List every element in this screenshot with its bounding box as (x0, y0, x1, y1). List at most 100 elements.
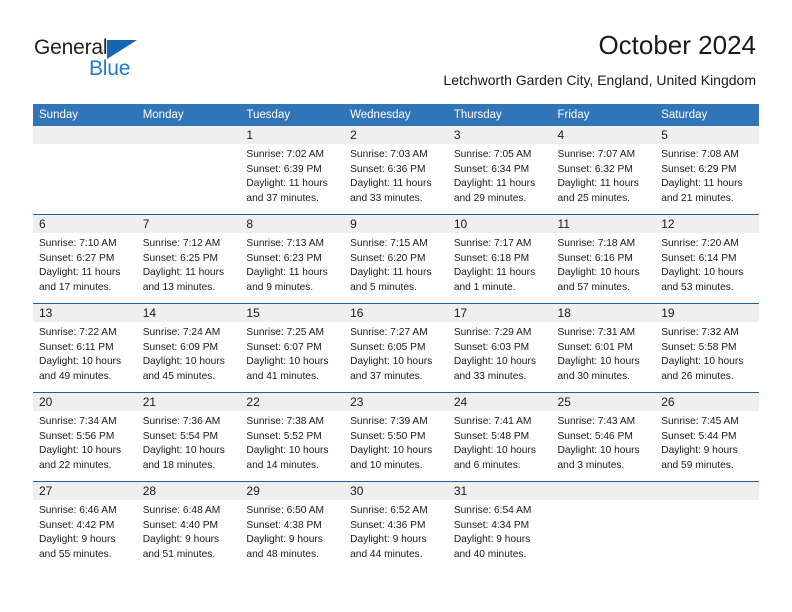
day-cell[interactable]: 29 Sunrise: 6:50 AM Sunset: 4:38 PM Dayl… (240, 482, 345, 570)
day-cell[interactable]: 6 Sunrise: 7:10 AM Sunset: 6:27 PM Dayli… (33, 215, 137, 303)
daylight-text-line2: and 13 minutes. (142, 281, 216, 293)
day-cell[interactable]: 18 Sunrise: 7:31 AM Sunset: 6:01 PM Dayl… (551, 304, 656, 392)
day-cell[interactable]: 21 Sunrise: 7:36 AM Sunset: 5:54 PM Dayl… (136, 393, 241, 481)
sunset-text: Sunset: 6:05 PM (350, 341, 426, 353)
day-cell[interactable]: 19 Sunrise: 7:32 AM Sunset: 5:58 PM Dayl… (655, 304, 759, 392)
daylight-text-line2: and 3 minutes. (557, 459, 625, 471)
day-details: Sunrise: 7:32 AM Sunset: 5:58 PM Dayligh… (655, 322, 759, 384)
sunset-text: Sunset: 5:46 PM (557, 430, 633, 442)
sunrise-text: Sunrise: 7:24 AM (142, 327, 221, 338)
sunset-text: Sunset: 6:18 PM (453, 252, 530, 264)
sunset-text: Sunset: 4:36 PM (350, 519, 426, 531)
day-details: Sunrise: 7:25 AM Sunset: 6:07 PM Dayligh… (240, 322, 344, 384)
day-details: Sunrise: 7:05 AM Sunset: 6:34 PM Dayligh… (448, 144, 552, 206)
general-blue-logo: General Blue (34, 36, 164, 82)
daylight-text-line2: and 51 minutes. (142, 548, 216, 560)
sunrise-text: Sunrise: 7:18 AM (557, 238, 636, 249)
sunset-text: Sunset: 6:14 PM (661, 252, 737, 264)
daylight-text-line1: Daylight: 9 hours (453, 534, 531, 546)
day-cell[interactable]: 10 Sunrise: 7:17 AM Sunset: 6:18 PM Dayl… (447, 215, 552, 303)
sunrise-text: Sunrise: 7:15 AM (350, 238, 428, 249)
daylight-text-line1: Daylight: 10 hours (39, 445, 122, 457)
day-cell[interactable]: 8 Sunrise: 7:13 AM Sunset: 6:23 PM Dayli… (240, 215, 345, 303)
daylight-text-line1: Daylight: 10 hours (350, 356, 433, 368)
day-cell[interactable]: 2 Sunrise: 7:03 AM Sunset: 6:36 PM Dayli… (344, 126, 448, 214)
day-cell[interactable]: 24 Sunrise: 7:41 AM Sunset: 5:48 PM Dayl… (447, 393, 552, 481)
day-details: Sunrise: 6:50 AM Sunset: 4:38 PM Dayligh… (240, 500, 344, 562)
sunset-text: Sunset: 5:50 PM (350, 430, 426, 442)
day-cell[interactable]: 4 Sunrise: 7:07 AM Sunset: 6:32 PM Dayli… (551, 126, 656, 214)
sunrise-text: Sunrise: 6:46 AM (39, 505, 117, 516)
daylight-text-line2: and 37 minutes. (246, 192, 319, 204)
daylight-text-line1: Daylight: 10 hours (246, 356, 329, 368)
daylight-text-line2: and 5 minutes. (350, 281, 417, 293)
day-cell[interactable]: 15 Sunrise: 7:25 AM Sunset: 6:07 PM Dayl… (240, 304, 345, 392)
daylight-text-line1: Daylight: 11 hours (453, 178, 536, 190)
day-cell[interactable]: 5 Sunrise: 7:08 AM Sunset: 6:29 PM Dayli… (655, 126, 759, 214)
day-cell[interactable]: 11 Sunrise: 7:18 AM Sunset: 6:16 PM Dayl… (551, 215, 656, 303)
sunset-text: Sunset: 6:27 PM (39, 252, 115, 264)
daylight-text-line2: and 10 minutes. (350, 459, 423, 471)
calendar-page: General Blue October 2024 Letchworth Gar… (0, 0, 792, 612)
sunrise-text: Sunrise: 7:32 AM (661, 327, 739, 338)
day-details: Sunrise: 7:07 AM Sunset: 6:32 PM Dayligh… (552, 144, 656, 206)
weekday-header-sunday: Sunday (39, 109, 79, 121)
weekday-header-thursday: Thursday (453, 109, 502, 121)
day-cell[interactable] (655, 482, 759, 570)
sunrise-text: Sunrise: 7:08 AM (661, 149, 739, 160)
sunset-text: Sunset: 4:38 PM (246, 519, 322, 531)
daylight-text-line2: and 55 minutes. (39, 548, 112, 560)
day-cell[interactable]: 30 Sunrise: 6:52 AM Sunset: 4:36 PM Dayl… (344, 482, 448, 570)
day-cell[interactable]: 26 Sunrise: 7:45 AM Sunset: 5:44 PM Dayl… (655, 393, 759, 481)
day-cell[interactable]: 17 Sunrise: 7:29 AM Sunset: 6:03 PM Dayl… (447, 304, 552, 392)
daylight-text-line2: and 33 minutes. (350, 192, 423, 204)
daylight-text-line2: and 22 minutes. (39, 459, 112, 471)
day-cell[interactable]: 3 Sunrise: 7:05 AM Sunset: 6:34 PM Dayli… (447, 126, 552, 214)
sunset-text: Sunset: 6:34 PM (453, 163, 530, 175)
day-cell[interactable]: 28 Sunrise: 6:48 AM Sunset: 4:40 PM Dayl… (136, 482, 241, 570)
day-cell[interactable]: 23 Sunrise: 7:39 AM Sunset: 5:50 PM Dayl… (344, 393, 448, 481)
daylight-text-line2: and 25 minutes. (557, 192, 631, 204)
day-details: Sunrise: 7:13 AM Sunset: 6:23 PM Dayligh… (240, 233, 344, 295)
day-cell[interactable] (33, 126, 137, 214)
sunset-text: Sunset: 6:25 PM (142, 252, 219, 264)
weekday-header-friday: Friday (557, 109, 590, 121)
day-cell[interactable]: 22 Sunrise: 7:38 AM Sunset: 5:52 PM Dayl… (240, 393, 345, 481)
day-cell[interactable]: 9 Sunrise: 7:15 AM Sunset: 6:20 PM Dayli… (344, 215, 448, 303)
day-cell[interactable]: 16 Sunrise: 7:27 AM Sunset: 6:05 PM Dayl… (344, 304, 448, 392)
day-cell[interactable] (136, 126, 241, 214)
day-details: Sunrise: 7:45 AM Sunset: 5:44 PM Dayligh… (655, 411, 759, 473)
daylight-text-line1: Daylight: 9 hours (39, 534, 116, 546)
day-details: Sunrise: 7:03 AM Sunset: 6:36 PM Dayligh… (344, 144, 448, 206)
day-details: Sunrise: 7:22 AM Sunset: 6:11 PM Dayligh… (33, 322, 137, 384)
day-number (655, 482, 759, 500)
day-cell[interactable]: 14 Sunrise: 7:24 AM Sunset: 6:09 PM Dayl… (136, 304, 241, 392)
daylight-text-line2: and 33 minutes. (453, 370, 527, 382)
day-cell[interactable]: 13 Sunrise: 7:22 AM Sunset: 6:11 PM Dayl… (33, 304, 137, 392)
day-cell[interactable]: 25 Sunrise: 7:43 AM Sunset: 5:46 PM Dayl… (551, 393, 656, 481)
day-cell[interactable]: 7 Sunrise: 7:12 AM Sunset: 6:25 PM Dayli… (136, 215, 241, 303)
sunrise-text: Sunrise: 7:25 AM (246, 327, 324, 338)
daylight-text-line2: and 44 minutes. (350, 548, 423, 560)
day-cell[interactable]: 31 Sunrise: 6:54 AM Sunset: 4:34 PM Dayl… (447, 482, 552, 570)
day-details: Sunrise: 7:43 AM Sunset: 5:46 PM Dayligh… (552, 411, 656, 473)
day-cell[interactable]: 20 Sunrise: 7:34 AM Sunset: 5:56 PM Dayl… (33, 393, 137, 481)
day-cell[interactable]: 1 Sunrise: 7:02 AM Sunset: 6:39 PM Dayli… (240, 126, 345, 214)
day-cell[interactable] (551, 482, 656, 570)
daylight-text-line2: and 17 minutes. (39, 281, 112, 293)
day-cell[interactable]: 12 Sunrise: 7:20 AM Sunset: 6:14 PM Dayl… (655, 215, 759, 303)
day-number: 18 (551, 304, 656, 322)
daylight-text-line1: Daylight: 11 hours (350, 267, 432, 279)
daylight-text-line2: and 37 minutes. (350, 370, 423, 382)
day-cell[interactable]: 27 Sunrise: 6:46 AM Sunset: 4:42 PM Dayl… (33, 482, 137, 570)
daylight-text-line1: Daylight: 10 hours (557, 445, 640, 457)
day-number: 6 (33, 215, 137, 233)
day-number: 1 (240, 126, 345, 144)
daylight-text-line1: Daylight: 10 hours (453, 445, 536, 457)
day-details: Sunrise: 7:34 AM Sunset: 5:56 PM Dayligh… (33, 411, 137, 473)
daylight-text-line2: and 30 minutes. (557, 370, 631, 382)
daylight-text-line2: and 14 minutes. (246, 459, 319, 471)
sunset-text: Sunset: 5:58 PM (661, 341, 737, 353)
sunset-text: Sunset: 5:52 PM (246, 430, 322, 442)
day-number: 15 (240, 304, 345, 322)
